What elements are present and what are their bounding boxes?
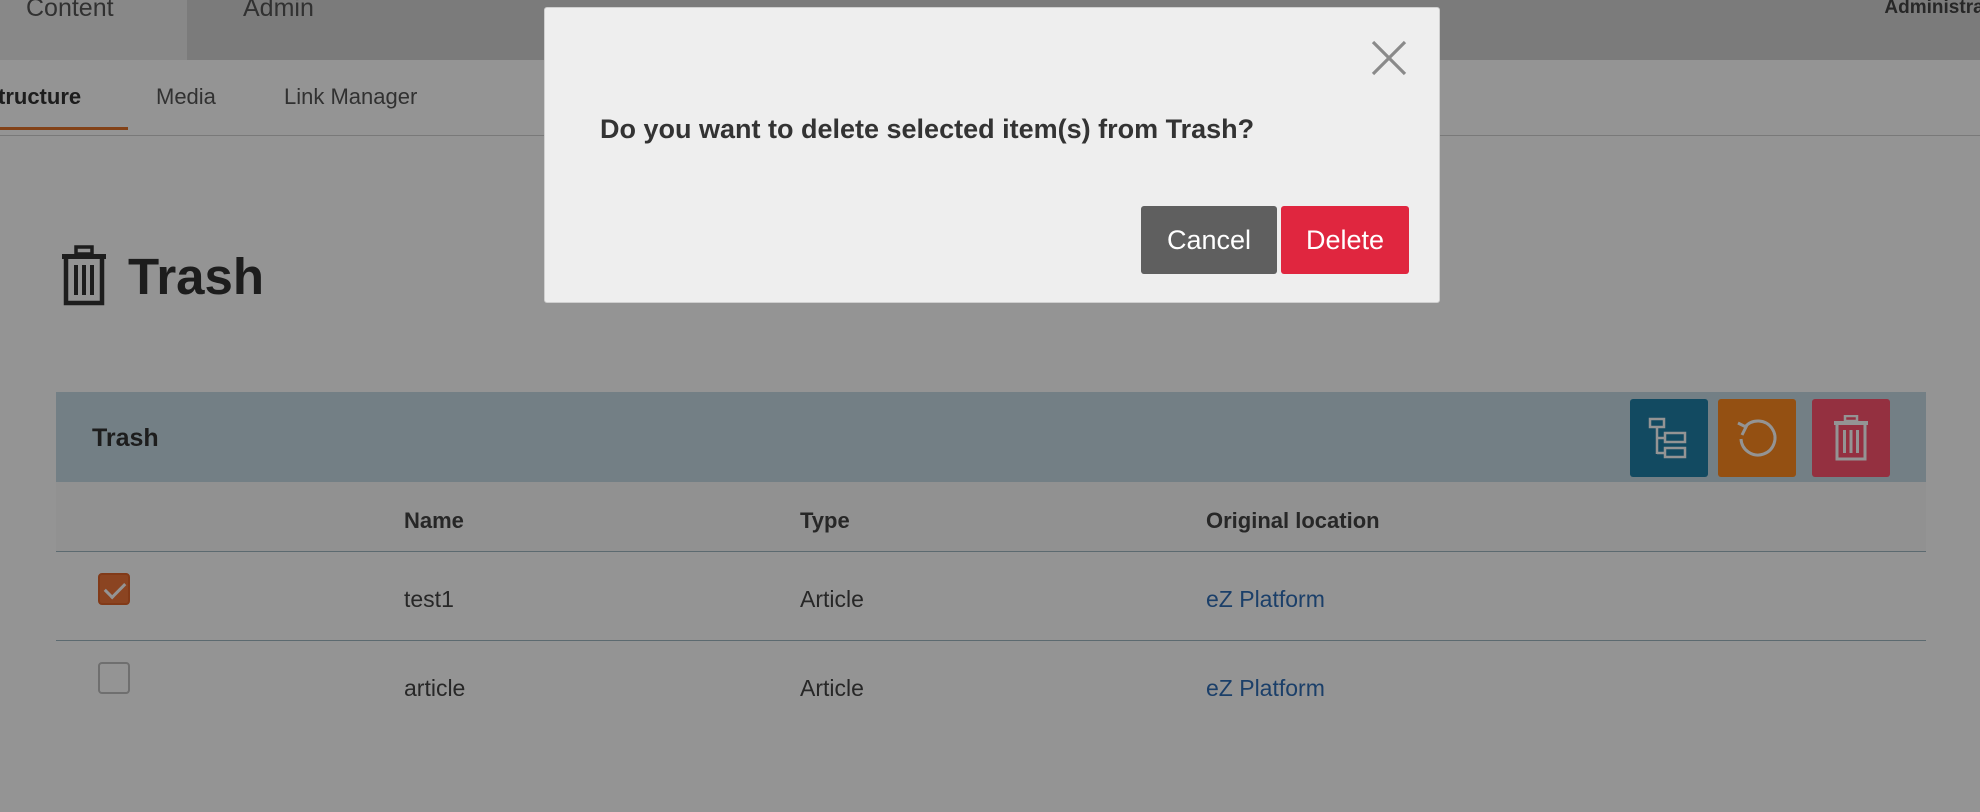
modal-message: Do you want to delete selected item(s) f… <box>600 114 1255 144</box>
delete-confirmation-modal: Do you want to delete selected item(s) f… <box>544 7 1440 303</box>
cancel-button[interactable]: Cancel <box>1141 206 1277 274</box>
close-icon[interactable] <box>1369 38 1409 78</box>
delete-button[interactable]: Delete <box>1281 206 1409 274</box>
